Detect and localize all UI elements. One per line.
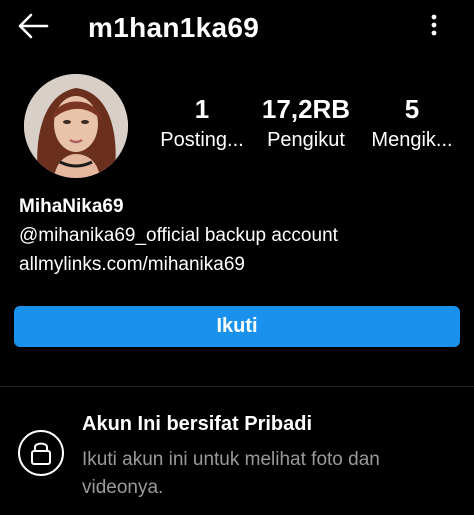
header-bar: m1han1ka69 [0, 0, 474, 56]
stat-followers-count: 17,2RB [261, 94, 351, 124]
stat-posts[interactable]: 1 Posting... [150, 92, 254, 154]
back-button[interactable] [16, 11, 52, 41]
vertical-dots-icon [431, 14, 437, 36]
stat-followers-label: Pengikut [267, 129, 345, 151]
stat-following-label: Mengik... [371, 129, 453, 151]
stat-following-count: 5 [404, 94, 420, 124]
stat-followers[interactable]: 17,2RB Pengikut [256, 92, 356, 154]
profile-avatar[interactable] [24, 74, 128, 178]
more-options-button[interactable] [424, 12, 444, 40]
section-divider [0, 386, 474, 387]
profile-stats: 1 Posting... 17,2RB Pengikut 5 Mengik... [150, 92, 470, 162]
follow-button[interactable]: Ikuti [14, 306, 460, 347]
bio-link[interactable]: allmylinks.com/mihanika69 [19, 250, 338, 279]
arrow-left-icon [18, 13, 49, 39]
profile-display-name: MihaNika69 [19, 196, 124, 217]
stat-following[interactable]: 5 Mengik... [362, 92, 462, 154]
stat-posts-label: Posting... [160, 129, 244, 151]
private-account-title: Akun Ini bersifat Pribadi [82, 413, 313, 435]
private-account-description: Ikuti akun ini untuk melihat foto dan vi… [82, 449, 380, 498]
avatar-photo [24, 74, 128, 178]
profile-bio: MihaNika69 @mihanika69_official backup a… [19, 192, 338, 279]
lock-icon [18, 430, 64, 476]
bio-text: @mihanika69_official backup account [19, 225, 338, 246]
profile-username: m1han1ka69 [88, 12, 260, 43]
stat-posts-count: 1 [194, 94, 210, 124]
